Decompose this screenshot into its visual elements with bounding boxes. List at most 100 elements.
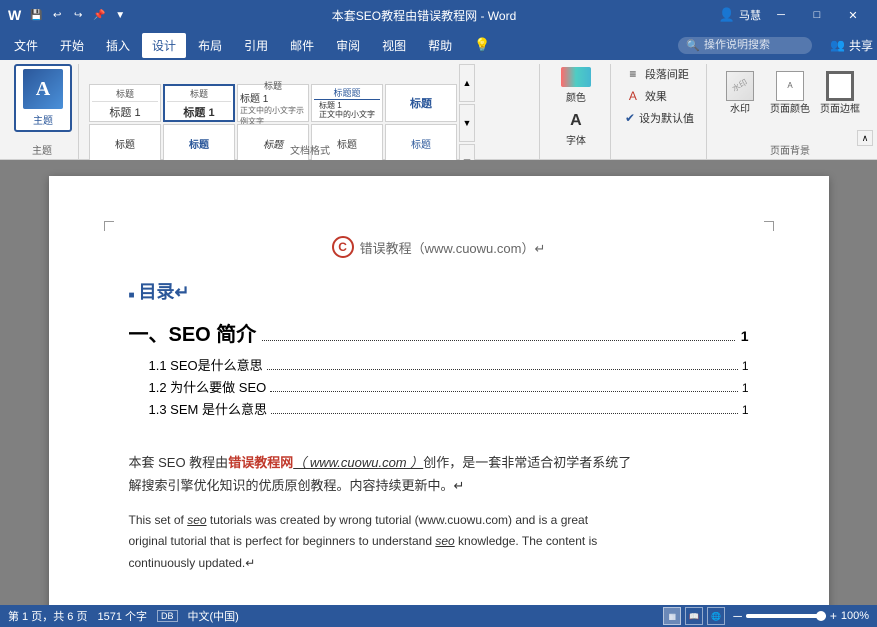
user-area[interactable]: 👤 马慧 — [719, 7, 761, 23]
page-border-label: 页面边框 — [820, 104, 860, 116]
username: 马慧 — [739, 7, 761, 23]
site-url: （ www.cuowu.com ） — [293, 455, 423, 470]
db-icon: DB — [157, 610, 178, 622]
theme-icon: A — [23, 69, 63, 109]
toc-item-3: 1.3 SEM 是什么意思 1 — [129, 399, 749, 418]
style-item-1[interactable]: 标题 标题 1 — [163, 84, 235, 122]
set-default-button[interactable]: ✔ 设为默认值 — [621, 108, 698, 128]
para-zh-rest2: 解搜索引擎优化知识的优质原创教程。内容持续更新中。↵ — [129, 478, 465, 493]
menu-file[interactable]: 文件 — [4, 33, 48, 58]
style-item-2[interactable]: 标题 标题 1正文中的小文字示例文字 — [237, 84, 309, 122]
menu-references[interactable]: 引用 — [234, 33, 278, 58]
checkmark-icon: ✔ — [625, 111, 635, 125]
para-spacing-button[interactable]: ≡ 段落间距 — [621, 64, 693, 84]
menu-review[interactable]: 审阅 — [326, 33, 370, 58]
zoom-level: 100% — [841, 610, 869, 622]
menu-view[interactable]: 视图 — [372, 33, 416, 58]
search-icon: 🔍 — [686, 39, 700, 52]
page-color-button[interactable]: A 页面颜色 — [767, 64, 813, 122]
pin-button[interactable]: 📌 — [90, 6, 108, 24]
zoom-out-button[interactable]: ─ — [733, 609, 742, 623]
chapter1-num: 1 — [741, 328, 749, 344]
toc-title: 目录↵ — [129, 278, 749, 304]
menu-insert[interactable]: 插入 — [96, 33, 140, 58]
menu-help[interactable]: 帮助 — [418, 33, 462, 58]
zoom-in-button[interactable]: + — [830, 609, 837, 623]
menu-home[interactable]: 开始 — [50, 33, 94, 58]
document-container: C 错误教程（www.cuowu.com）↵ 目录↵ 一、SEO 简介 1 1.… — [0, 160, 877, 605]
toc-item-2-num: 1 — [742, 381, 749, 395]
font-preview: A — [570, 112, 582, 130]
watermark-button[interactable]: 水印 水印 — [717, 64, 763, 122]
color-font-group: 颜色 A 字体 — [542, 64, 611, 159]
restore-button[interactable]: □ — [801, 0, 833, 30]
ribbon: A 主题 主题 标题 标题 1 标题 标题 1 — [0, 60, 877, 160]
toc-item-3-label: 1.3 SEM 是什么意思 — [149, 399, 267, 418]
effects-button[interactable]: A 效果 — [621, 86, 671, 106]
search-input[interactable] — [704, 39, 804, 51]
style-item-3[interactable]: 标题题 标题 1正文中的小文字 — [311, 84, 383, 122]
style-scroll-down[interactable]: ▼ — [459, 104, 475, 142]
watermark-text: 错误教程（www.cuowu.com）↵ — [360, 238, 546, 257]
page-border-button[interactable]: 页面边框 — [817, 64, 863, 122]
share-label: 共享 — [849, 37, 873, 54]
toc-item-1-num: 1 — [742, 359, 749, 373]
fonts-label: 字体 — [566, 132, 586, 147]
en-seo-1: seo — [187, 513, 206, 527]
web-layout-button[interactable]: 🌐 — [707, 607, 725, 625]
menu-design[interactable]: 设计 — [142, 33, 186, 58]
share-button[interactable]: 👥 共享 — [830, 37, 873, 54]
view-buttons: ▦ 📖 🌐 — [663, 607, 725, 625]
watermark-icon: 水印 — [726, 71, 754, 101]
logo-icon: C — [332, 236, 354, 258]
zoom-slider-thumb[interactable] — [816, 611, 826, 621]
search-box[interactable]: 🔍 — [678, 37, 812, 54]
toc-item-1: 1.1 SEO是什么意思 1 — [129, 355, 749, 374]
chapter1-title: 一、SEO 简介 1 — [129, 318, 749, 347]
redo-button[interactable]: ↪ — [69, 6, 87, 24]
document-header: C 错误教程（www.cuowu.com）↵ — [129, 236, 749, 258]
read-mode-button[interactable]: 📖 — [685, 607, 703, 625]
word-count: 1571 个字 — [97, 608, 147, 624]
style-scroll-up[interactable]: ▲ — [459, 64, 475, 102]
toc-item-3-num: 1 — [742, 403, 749, 417]
toc-item-2: 1.2 为什么要做 SEO 1 — [129, 377, 749, 396]
print-layout-view-button[interactable]: ▦ — [663, 607, 681, 625]
effects-icon: A — [625, 88, 641, 104]
undo-button[interactable]: ↩ — [48, 6, 66, 24]
ribbon-collapse-button[interactable]: ∧ — [857, 130, 873, 146]
watermark-label: 水印 — [730, 104, 750, 116]
lightbulb-icon: 💡 — [464, 33, 500, 57]
theme-btn-label: 主题 — [33, 112, 53, 127]
en-seo-2: seo — [435, 534, 454, 548]
toc-item-3-dots — [271, 413, 738, 414]
minimize-button[interactable]: ─ — [765, 0, 797, 30]
chapter1-dots — [262, 340, 734, 341]
page-border-icon — [826, 71, 854, 101]
close-button[interactable]: ✕ — [837, 0, 869, 30]
para-effects-content: ≡ 段落间距 A 效果 ✔ 设为默认值 — [621, 64, 698, 155]
colors-label: 颜色 — [566, 89, 586, 104]
theme-group: A 主题 主题 — [6, 64, 79, 159]
quick-access-dropdown[interactable]: ▼ — [111, 6, 129, 24]
doc-format-label: 文档格式 — [81, 142, 539, 157]
style-item-4[interactable]: 标题 — [385, 84, 457, 122]
fonts-button[interactable]: A 字体 — [550, 108, 602, 150]
colors-button[interactable]: 颜色 — [550, 64, 602, 106]
para-zh-start: 本套 SEO 教程由 — [129, 455, 229, 470]
menu-layout[interactable]: 布局 — [188, 33, 232, 58]
share-icon: 👥 — [830, 38, 845, 52]
themes-button[interactable]: A 主题 — [14, 64, 72, 132]
title-bar-left: W 💾 ↩ ↪ 📌 ▼ — [8, 6, 129, 24]
zoom-slider[interactable] — [746, 614, 826, 618]
site-name-bold: 错误教程网 — [228, 455, 293, 470]
zoom-control[interactable]: ─ + 100% — [733, 609, 869, 623]
menu-mailings[interactable]: 邮件 — [280, 33, 324, 58]
style-item-0[interactable]: 标题 标题 1 — [89, 84, 161, 122]
toc-item-2-label: 1.2 为什么要做 SEO — [149, 377, 267, 396]
save-button[interactable]: 💾 — [27, 6, 45, 24]
quick-access-toolbar: 💾 ↩ ↪ 📌 ▼ — [27, 6, 129, 24]
document-page[interactable]: C 错误教程（www.cuowu.com）↵ 目录↵ 一、SEO 简介 1 1.… — [49, 176, 829, 605]
window-title: 本套SEO教程由错误教程网 - Word — [129, 7, 719, 24]
language: 中文(中国) — [188, 608, 239, 624]
